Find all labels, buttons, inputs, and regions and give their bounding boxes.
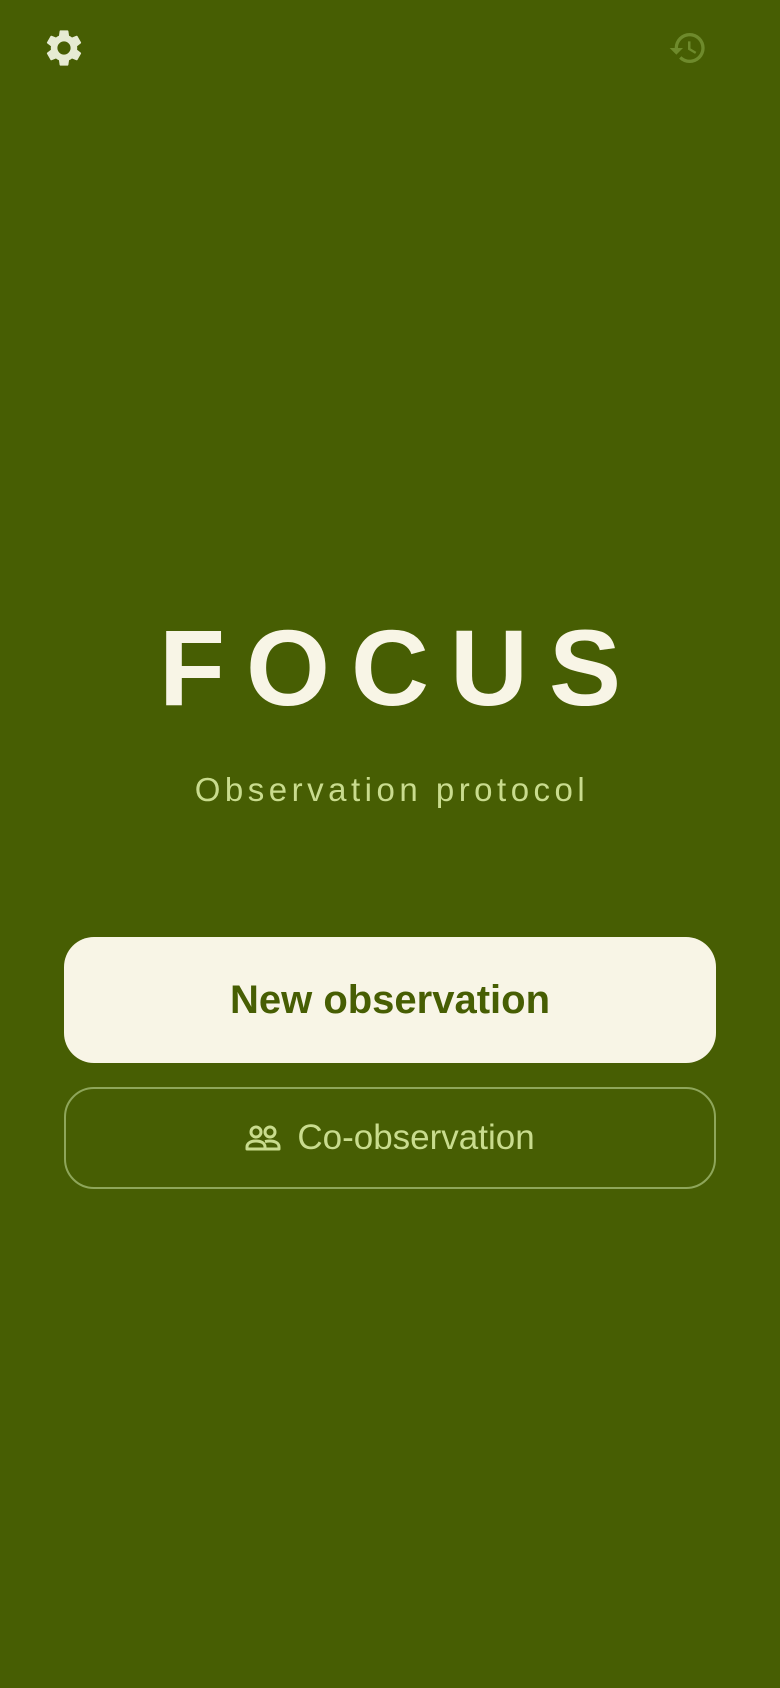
group-icon — [245, 1124, 281, 1152]
settings-button[interactable] — [36, 20, 92, 76]
gear-icon — [42, 26, 86, 70]
history-button[interactable] — [660, 20, 716, 76]
brand-block: FOCUS Observation protocol — [0, 600, 780, 810]
app-title: FOCUS — [159, 607, 642, 728]
app-subtitle: Observation protocol — [194, 771, 590, 808]
co-observation-label: Co-observation — [297, 1118, 535, 1157]
history-icon — [668, 28, 708, 68]
top-bar — [0, 0, 780, 96]
new-observation-button[interactable]: New observation — [64, 937, 716, 1063]
new-observation-label: New observation — [229, 977, 551, 1022]
co-observation-button[interactable]: Co-observation — [64, 1087, 716, 1189]
